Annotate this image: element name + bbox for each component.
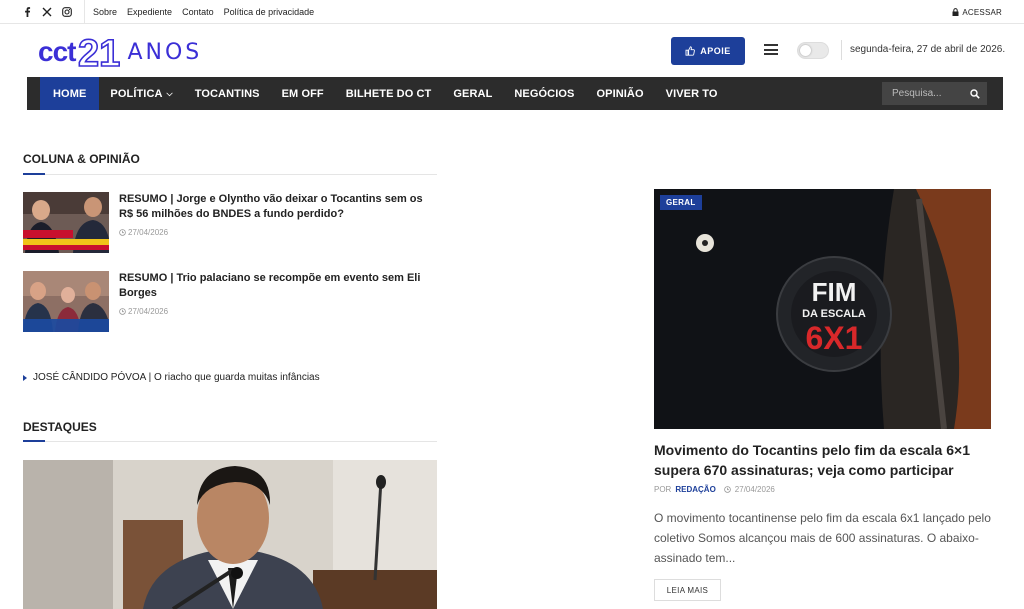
opinion-item-title[interactable]: RESUMO | Trio palaciano se recompõe em e…: [119, 271, 437, 301]
article-by-label: POR: [654, 485, 672, 494]
search-box[interactable]: Pesquisa...: [882, 82, 987, 105]
x-twitter-icon[interactable]: [42, 7, 52, 17]
nav-opiniao-label: OPINIÃO: [596, 87, 644, 100]
nav-opiniao[interactable]: OPINIÃO: [585, 77, 654, 110]
nav-em-off-label: EM OFF: [281, 87, 324, 100]
top-links: Sobre Expediente Contato Política de pri…: [93, 7, 314, 17]
nav-bilhete[interactable]: BILHETE DO CT: [335, 77, 443, 110]
logo-prefix: cct: [38, 36, 76, 67]
article-excerpt: O movimento tocantinense pelo fim da esc…: [654, 511, 991, 565]
clock-icon: [119, 308, 126, 315]
nav-tocantins[interactable]: TOCANTINS: [184, 77, 271, 110]
svg-text:FIM: FIM: [812, 277, 857, 307]
chevron-down-icon: ⌵: [166, 88, 173, 98]
nav-viver-to-label: VIVER TO: [665, 87, 718, 100]
nav-em-off[interactable]: EM OFF: [271, 77, 335, 110]
opinion-item-date: 27/04/2026: [128, 228, 169, 237]
category-badge[interactable]: GERAL: [660, 195, 702, 210]
apoie-label: APOIE: [700, 46, 731, 56]
nav-politica-label: POLÍTICA: [110, 87, 163, 100]
nav-bilhete-label: BILHETE DO CT: [345, 87, 432, 100]
opinion-item-title[interactable]: RESUMO | Jorge e Olyntho vão deixar o To…: [119, 192, 437, 222]
dark-mode-toggle[interactable]: [797, 42, 829, 59]
thumbs-up-icon: [685, 46, 696, 56]
article-author[interactable]: REDAÇÃO: [675, 485, 715, 494]
clock-icon: [119, 229, 126, 236]
opinion-item-date: 27/04/2026: [128, 307, 169, 316]
instagram-icon[interactable]: [62, 6, 72, 17]
opinion-section-title: COLUNA & OPINIÃO: [23, 152, 140, 166]
caret-right-icon: [23, 374, 27, 381]
opinion-thumbnail[interactable]: [23, 192, 109, 253]
link-expediente[interactable]: Expediente: [127, 7, 172, 17]
highlights-section-underline: [23, 440, 437, 442]
lock-icon: [952, 8, 959, 16]
toggle-knob: [800, 45, 811, 56]
opinion-more-label: JOSÉ CÂNDIDO PÓVOA | O riacho que guarda…: [33, 372, 320, 383]
link-sobre[interactable]: Sobre: [93, 7, 117, 17]
svg-text:DA ESCALA: DA ESCALA: [802, 308, 866, 320]
login-label: ACESSAR: [962, 7, 1002, 17]
logo-21-mark: 21: [78, 33, 122, 71]
social-links: [22, 6, 72, 17]
facebook-icon[interactable]: [22, 6, 32, 17]
nav-home-label: HOME: [53, 87, 87, 100]
opinion-item-meta: 27/04/2026: [119, 228, 437, 237]
login-link[interactable]: ACESSAR: [952, 0, 1002, 24]
top-bar: Sobre Expediente Contato Política de pri…: [0, 0, 1024, 24]
opinion-item[interactable]: RESUMO | Trio palaciano se recompõe em e…: [23, 271, 437, 332]
main-nav: HOME POLÍTICA ⌵ TOCANTINS EM OFF BILHETE …: [27, 77, 1003, 110]
opinion-thumbnail[interactable]: [23, 271, 109, 332]
opinion-item[interactable]: RESUMO | Jorge e Olyntho vão deixar o To…: [23, 192, 437, 253]
article-title[interactable]: Movimento do Tocantins pelo fim da escal…: [654, 440, 994, 480]
search-icon[interactable]: [963, 88, 987, 99]
highlight-image[interactable]: [23, 460, 437, 609]
link-politica-privacidade[interactable]: Política de privacidade: [224, 7, 315, 17]
site-logo[interactable]: cct 21 ANOS: [38, 33, 202, 71]
opinion-section-underline: [23, 173, 437, 175]
svg-text:6X1: 6X1: [806, 320, 863, 356]
current-date: segunda-feira, 27 de abril de 2026.: [850, 44, 1006, 55]
article-date: 27/04/2026: [734, 485, 775, 494]
logo-number: 21: [78, 33, 120, 71]
apoie-button[interactable]: APOIE: [671, 37, 745, 65]
topbar-divider: [84, 0, 85, 24]
link-contato[interactable]: Contato: [182, 7, 214, 17]
read-more-button[interactable]: LEIA MAIS: [654, 579, 721, 601]
menu-icon[interactable]: [764, 44, 778, 55]
nav-politica[interactable]: POLÍTICA ⌵: [99, 77, 183, 110]
highlights-section-title: DESTAQUES: [23, 420, 97, 434]
article-meta: POR REDAÇÃO 27/04/2026: [654, 485, 775, 494]
nav-tocantins-label: TOCANTINS: [194, 87, 260, 100]
article-image[interactable]: FIM DA ESCALA 6X1: [654, 189, 991, 429]
nav-home[interactable]: HOME: [40, 77, 100, 110]
nav-geral[interactable]: GERAL: [442, 77, 503, 110]
opinion-more-link[interactable]: JOSÉ CÂNDIDO PÓVOA | O riacho que guarda…: [23, 372, 320, 383]
opinion-item-meta: 27/04/2026: [119, 307, 437, 316]
nav-geral-label: GERAL: [453, 87, 493, 100]
nav-negocios-label: NEGÓCIOS: [514, 87, 575, 100]
nav-viver-to[interactable]: VIVER TO: [655, 77, 729, 110]
logo-suffix: ANOS: [127, 39, 203, 65]
search-input[interactable]: Pesquisa...: [892, 88, 963, 99]
clock-icon: [724, 486, 731, 493]
header-divider: [841, 40, 842, 60]
nav-negocios[interactable]: NEGÓCIOS: [503, 77, 585, 110]
